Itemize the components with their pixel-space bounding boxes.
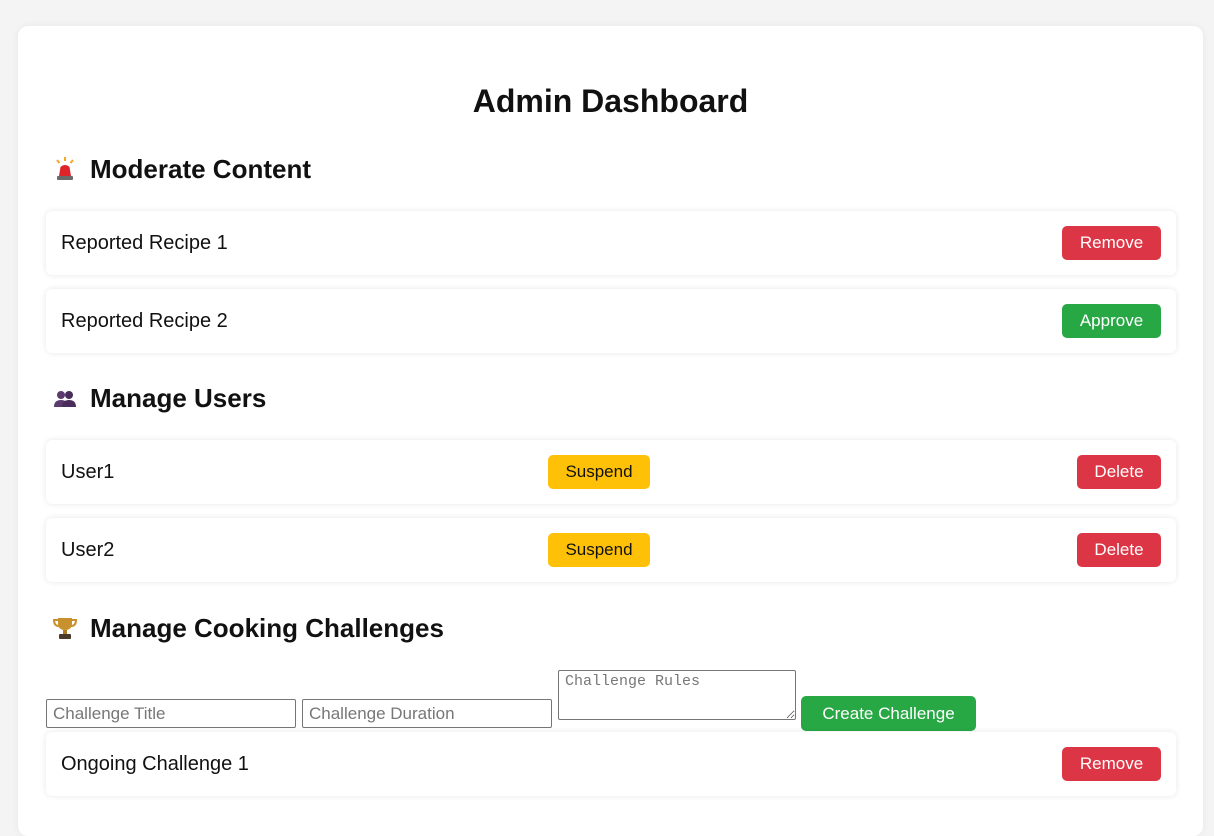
remove-button[interactable]: Remove <box>1062 226 1161 260</box>
reported-recipe-label: Reported Recipe 2 <box>61 310 228 332</box>
user-name: User1 <box>61 461 115 483</box>
reported-recipe-row: Reported Recipe 2 Approve <box>46 289 1176 353</box>
trophy-icon <box>52 615 78 641</box>
delete-button[interactable]: Delete <box>1077 533 1161 567</box>
suspend-button[interactable]: Suspend <box>548 455 650 489</box>
dashboard-card: Admin Dashboard Moderate Content Reporte… <box>18 26 1203 836</box>
challenge-duration-input[interactable] <box>302 699 552 728</box>
moderate-content-heading: Moderate Content <box>52 152 311 186</box>
challenge-rules-textarea[interactable] <box>558 670 796 720</box>
user-row: User2 Suspend Delete <box>46 518 1176 582</box>
reported-recipe-row: Reported Recipe 1 Remove <box>46 211 1176 275</box>
section-heading-text: Manage Cooking Challenges <box>90 612 444 643</box>
remove-challenge-button[interactable]: Remove <box>1062 747 1161 781</box>
reported-recipe-label: Reported Recipe 1 <box>61 232 228 254</box>
challenge-title-input[interactable] <box>46 699 296 728</box>
user-name: User2 <box>61 539 115 561</box>
user-row: User1 Suspend Delete <box>46 440 1176 504</box>
suspend-button[interactable]: Suspend <box>548 533 650 567</box>
siren-icon <box>52 156 78 182</box>
create-challenge-button[interactable]: Create Challenge <box>801 696 976 731</box>
section-heading-text: Manage Users <box>90 382 267 413</box>
delete-button[interactable]: Delete <box>1077 455 1161 489</box>
challenge-row: Ongoing Challenge 1 Remove <box>46 732 1176 796</box>
approve-button[interactable]: Approve <box>1062 304 1161 338</box>
section-heading-text: Moderate Content <box>90 153 311 184</box>
page-title: Admin Dashboard <box>472 83 749 119</box>
challenge-name: Ongoing Challenge 1 <box>61 753 249 775</box>
users-icon <box>52 385 78 411</box>
manage-users-heading: Manage Users <box>52 381 266 415</box>
manage-challenges-heading: Manage Cooking Challenges <box>52 611 444 645</box>
